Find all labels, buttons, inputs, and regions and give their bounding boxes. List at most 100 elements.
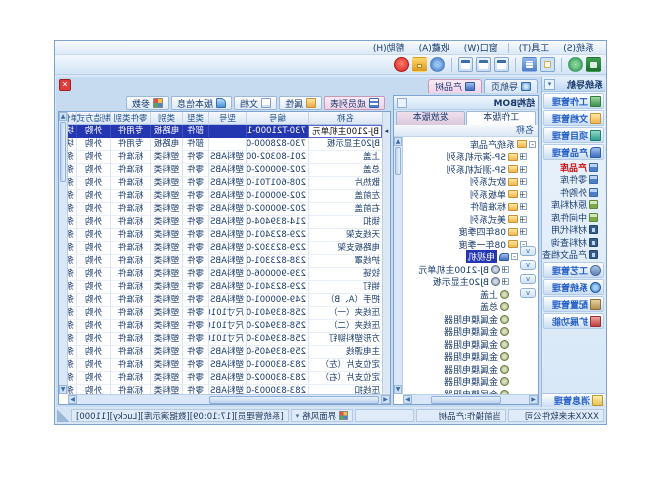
row-selector[interactable]: ▸ <box>382 125 390 138</box>
tree-node[interactable]: +欧式系列 <box>404 176 536 189</box>
tree-node[interactable]: 总盖 <box>404 301 536 314</box>
nav-collapse-button[interactable]: ▾ <box>544 79 555 90</box>
row-selector[interactable] <box>382 229 390 242</box>
nav-bottom-bar[interactable]: 消息管理 <box>542 393 605 407</box>
table-row[interactable]: 把手（A、B）249-900001-011塑料ABS零件塑料类标准件外购条 <box>68 294 390 307</box>
expander-icon[interactable]: - <box>529 141 536 148</box>
row-selector[interactable] <box>382 164 390 177</box>
row-selector[interactable] <box>382 320 390 333</box>
view-button-成员列表[interactable]: 成员列表 <box>324 96 385 110</box>
nav-item-外购件[interactable]: 外购件 <box>542 186 605 199</box>
nav-group-扩展功能[interactable]: 扩展功能 <box>543 313 604 329</box>
tree-node[interactable]: 金属膜电阻器 <box>404 363 536 376</box>
table-row[interactable]: 压线夹（一）258-839401-001尺寸1010零件塑料类标准件外购条 <box>68 307 390 320</box>
view-button-属性[interactable]: 属性 <box>279 96 322 110</box>
nav-group-文档管理[interactable]: 文档管理 <box>543 110 604 126</box>
tree-node[interactable]: +08年四季度 <box>404 226 536 239</box>
version-tab-发放版本[interactable]: 发放版本 <box>396 111 466 125</box>
column-header-单位[interactable]: 单位 <box>68 112 76 125</box>
row-selector[interactable] <box>382 177 390 190</box>
tree-node[interactable]: 金属膜电阻器 <box>404 326 536 339</box>
table-row[interactable]: 上盖201-80302-001塑料ABS零件塑料类标准件外购条 <box>68 151 390 164</box>
nav-group-工艺管理[interactable]: 工艺管理 <box>543 262 604 278</box>
expander-icon[interactable]: + <box>520 178 527 185</box>
globe-green-icon[interactable] <box>568 57 583 72</box>
collapse-chevron-button[interactable]: v <box>520 274 536 284</box>
row-selector[interactable] <box>382 242 390 255</box>
resize-grip[interactable] <box>57 409 69 422</box>
tree-node[interactable]: +SP-演示机系列 <box>404 151 536 164</box>
row-selector[interactable] <box>382 151 390 164</box>
table-row[interactable]: 压线扣283-830003-001塑料ABS零件塑料类标准件外购条 <box>68 385 390 394</box>
nav-group-系统管理[interactable]: 系统管理 <box>543 279 604 295</box>
column-header-类型[interactable]: 类型 <box>182 112 208 125</box>
tree-node[interactable]: -系统产品库 <box>404 138 536 151</box>
scroll-up-icon[interactable]: ▲ <box>59 112 67 121</box>
table-row[interactable]: BJ20主显示板730-828000-0A1部件电路板专用件外购块 <box>68 138 390 151</box>
scroll-left-icon[interactable]: ◀ <box>529 395 538 404</box>
row-selector[interactable] <box>382 203 390 216</box>
row-selector[interactable] <box>382 372 390 385</box>
nav-item-原材料库[interactable]: 原材料库 <box>542 199 605 212</box>
table-row[interactable]: ▸BJ-2100主机单元730-T21000-12X部件电路板专用件外购块 <box>68 125 390 138</box>
version-tab-工作版本[interactable]: 工作版本 <box>467 111 537 125</box>
nav-item-中间件库[interactable]: 中间件库 <box>542 211 605 224</box>
row-selector[interactable] <box>382 307 390 320</box>
grid-horizontal-scrollbar[interactable]: ◀ ▶ <box>68 394 390 404</box>
tree-node[interactable]: 金属膜电阻器 <box>404 351 536 364</box>
tree-horizontal-scrollbar[interactable]: ◀ ▶ <box>403 394 538 404</box>
nav-item-材料代用[interactable]: 材料代用 <box>542 224 605 237</box>
tree-node[interactable]: +SP-测试机系列 <box>404 163 536 176</box>
table-row[interactable]: 铰链239-900006-011塑料ABS零件塑料类标准件外购条 <box>68 268 390 281</box>
nav-item-零件库[interactable]: 零件库 <box>542 174 605 187</box>
mdi-tab-产品树[interactable]: 产品树 <box>428 79 482 93</box>
expander-icon[interactable]: + <box>520 203 527 210</box>
column-header-类别[interactable]: 类别 <box>150 112 182 125</box>
row-selector[interactable] <box>382 359 390 372</box>
row-selector[interactable] <box>382 190 390 203</box>
view-button-参数[interactable]: 参数 <box>126 96 169 110</box>
scrollbar-thumb[interactable] <box>395 147 401 175</box>
column-header-型号[interactable]: 型号 <box>208 112 246 125</box>
nav-group-项目管理[interactable]: 项目管理 <box>543 127 604 143</box>
panel-pin-button[interactable] <box>397 98 407 108</box>
menu-item[interactable]: 窗口(W) <box>457 41 505 54</box>
tree-node[interactable]: 金属膜电阻器 <box>404 376 536 389</box>
tree-node[interactable]: +标准部件 <box>404 201 536 214</box>
expander-icon[interactable]: + <box>520 216 527 223</box>
row-selector[interactable] <box>382 281 390 294</box>
table-row[interactable]: 天线支架229-823401-001塑料ABS零件塑料类标准件外购条 <box>68 229 390 242</box>
table-row[interactable]: 总盖202-900002-011塑料ABS零件塑料类标准件外购条 <box>68 164 390 177</box>
tree-vertical-scrollbar[interactable]: ▲ ▼ <box>394 137 403 394</box>
view-button-文档[interactable]: 文档 <box>234 96 277 110</box>
close-icon[interactable]: ✕ <box>59 79 71 91</box>
table-row[interactable]: 压线夹（二）258-839402-001尺寸1010零件塑料类标准件外购条 <box>68 320 390 333</box>
menu-item[interactable]: 工具(T) <box>512 41 557 54</box>
tree-node[interactable]: 金属膜电阻器 <box>404 313 536 326</box>
view-button-版本信息[interactable]: 版本信息 <box>171 96 232 110</box>
row-selector[interactable] <box>382 385 390 394</box>
row-selector[interactable] <box>382 333 390 346</box>
scroll-left-icon[interactable]: ◀ <box>381 395 390 404</box>
nav-group-产品管理[interactable]: 产品管理 <box>543 144 604 160</box>
expander-icon[interactable]: + <box>520 166 527 173</box>
scroll-down-icon[interactable]: ▼ <box>59 385 67 394</box>
scrollbar-thumb[interactable] <box>431 396 501 404</box>
menu-item[interactable]: 帮助(H) <box>366 41 412 54</box>
scrollbar-thumb[interactable] <box>209 396 379 404</box>
table-row[interactable]: 散热片208-601T01-012塑料ABS零件塑料类标准件外购条 <box>68 177 390 190</box>
row-selector[interactable] <box>382 216 390 229</box>
nav-item-产品文档查询[interactable]: 产品文档查询 <box>542 249 605 262</box>
row-selector[interactable] <box>382 294 390 307</box>
table-row[interactable]: 定位支片（右）283-830002-001塑料ABS零件塑料类标准件外购条 <box>68 372 390 385</box>
window-tile-icon[interactable] <box>476 57 491 72</box>
column-header-零件类别[interactable]: 零件类别 <box>110 112 150 125</box>
window-cascade-icon[interactable] <box>494 57 509 72</box>
table-row[interactable]: 定位支片（左）283-830001-001塑料ABS零件塑料类标准件外购条 <box>68 359 390 372</box>
tree-node[interactable]: +BJ-2100主机单元 <box>404 263 536 276</box>
interface-style-dropdown[interactable]: 界面风格 ▾ <box>291 409 354 422</box>
tree-node[interactable]: +单板系列 <box>404 188 536 201</box>
expander-icon[interactable]: + <box>520 228 527 235</box>
collapse-chevron-button[interactable]: v <box>520 288 536 298</box>
table-row[interactable]: 右前盖202-900002-012塑料ABS零件塑料类标准件外购条 <box>68 203 390 216</box>
